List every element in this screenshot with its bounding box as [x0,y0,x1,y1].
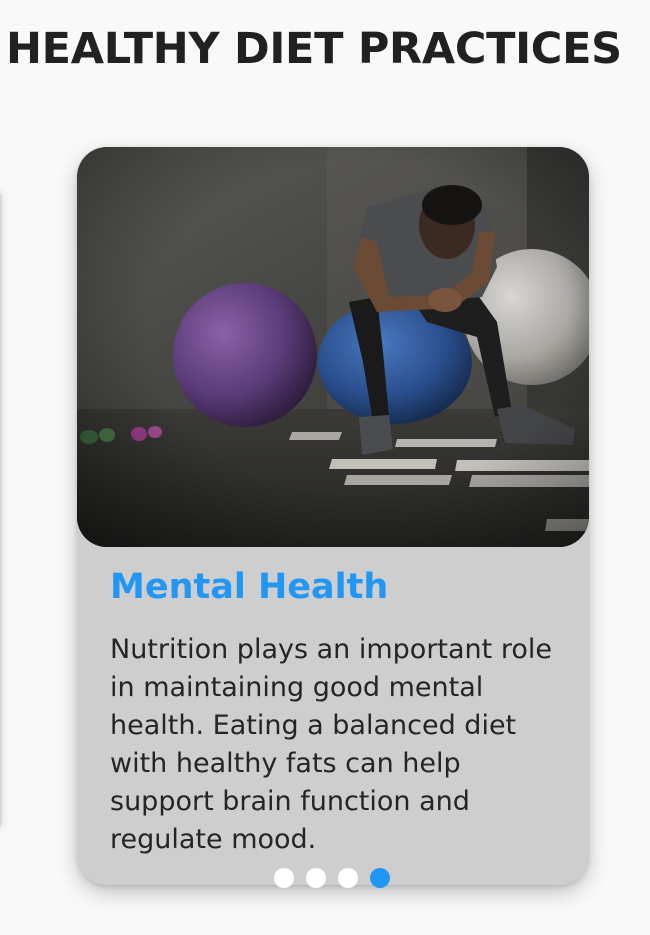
page-dot-4-active[interactable] [370,868,390,888]
card-description: Nutrition plays an important role in mai… [110,634,552,855]
page-title: HEALTHY DIET PRACTICES [6,24,622,74]
page-dot-3[interactable] [338,868,358,888]
carousel-pagination [274,868,390,888]
page-dot-1[interactable] [274,868,294,888]
carousel-card[interactable]: Mental Health Nutrition plays an importa… [77,147,589,885]
page-dot-2[interactable] [306,868,326,888]
card-image [77,147,589,547]
previous-card-peek[interactable] [0,190,2,830]
card-title: Mental Health [110,567,389,607]
